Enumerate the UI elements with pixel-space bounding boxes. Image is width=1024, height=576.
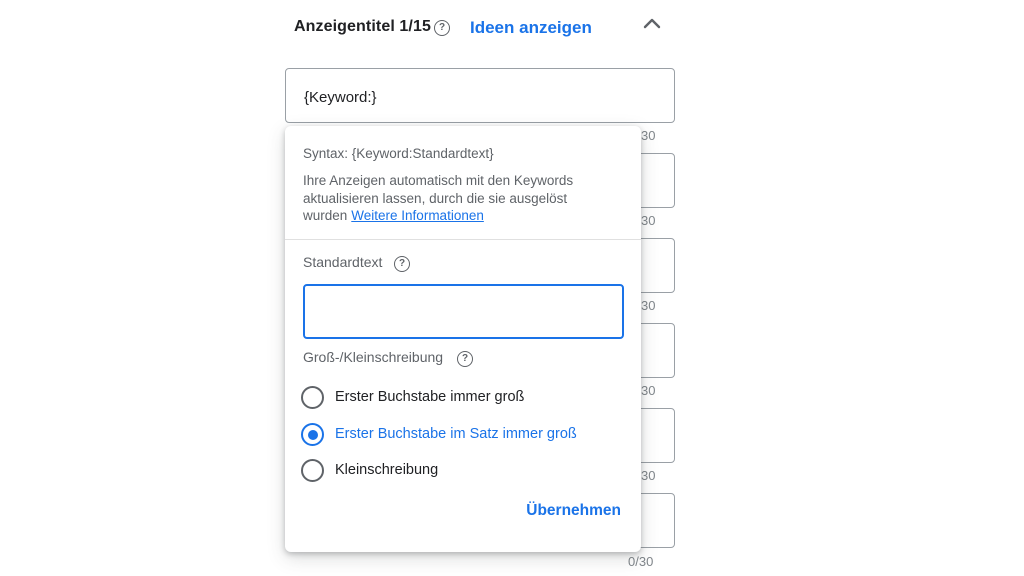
radio-label: Erster Buchstabe im Satz immer groß xyxy=(335,426,577,442)
char-counter: 30 xyxy=(641,128,656,143)
ad-headline-editor: Anzeigentitel 1/15 ? Ideen anzeigen {Key… xyxy=(0,0,1024,576)
radio-label: Kleinschreibung xyxy=(335,462,439,478)
question-circle-icon[interactable]: ? xyxy=(457,351,473,367)
default-text-label: Standardtext xyxy=(303,254,382,270)
default-text-label-text: Standardtext xyxy=(303,254,383,270)
learn-more-link[interactable]: Weitere Informationen xyxy=(351,208,484,223)
keyword-insertion-popup: Syntax: {Keyword:Standardtext} Ihre Anze… xyxy=(285,126,641,552)
char-counter: 30 xyxy=(641,298,656,313)
case-label: Groß-/Kleinschreibung xyxy=(303,349,443,365)
divider xyxy=(285,239,641,240)
question-circle-icon[interactable]: ? xyxy=(434,20,450,36)
question-circle-icon[interactable]: ? xyxy=(394,256,410,272)
default-text-input[interactable] xyxy=(303,284,624,339)
apply-button[interactable]: Übernehmen xyxy=(511,502,621,526)
popup-description: Ihre Anzeigen automatisch mit den Keywor… xyxy=(303,172,625,225)
headline-input-1[interactable]: {Keyword:} xyxy=(285,68,675,123)
char-counter: 0/30 xyxy=(628,554,654,569)
radio-label: Erster Buchstabe immer groß xyxy=(335,389,525,405)
char-counter: 30 xyxy=(641,383,656,398)
chevron-up-icon[interactable] xyxy=(640,12,664,36)
syntax-hint: Syntax: {Keyword:Standardtext} xyxy=(303,146,494,161)
radio-unchecked-icon[interactable] xyxy=(301,386,324,409)
show-ideas-link[interactable]: Ideen anzeigen xyxy=(470,18,592,38)
section-title: Anzeigentitel 1/15 xyxy=(294,18,431,35)
char-counter: 30 xyxy=(641,468,656,483)
radio-checked-icon[interactable] xyxy=(301,423,324,446)
case-label-text: Groß-/Kleinschreibung xyxy=(303,349,444,365)
char-counter: 30 xyxy=(641,213,656,228)
radio-unchecked-icon[interactable] xyxy=(301,459,324,482)
